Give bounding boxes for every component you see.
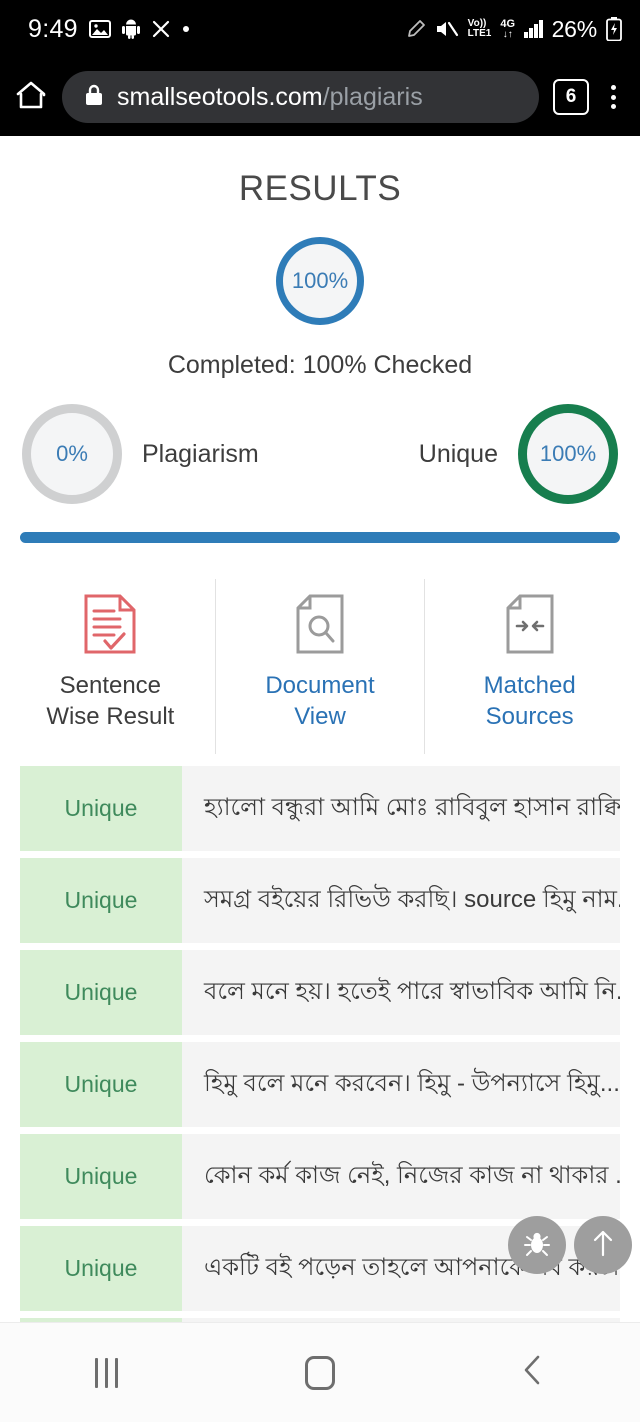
plagiarism-meter: 0% Plagiarism	[22, 404, 259, 504]
browser-toolbar: smallseotools.com/plagiaris 6	[0, 58, 640, 136]
bug-icon	[522, 1228, 552, 1263]
pencil-icon	[406, 19, 426, 39]
android-icon	[121, 19, 140, 39]
arrow-up-icon	[590, 1228, 616, 1263]
sentence-text: সমগ্র বইয়ের রিভিউ করছি। source হিমু নাম.…	[182, 858, 620, 944]
unique-label: Unique	[418, 439, 498, 468]
recents-icon	[95, 1357, 119, 1388]
image-icon	[88, 19, 111, 39]
home-square-icon	[304, 1355, 335, 1390]
recents-button[interactable]	[57, 1323, 157, 1423]
sentence-text: কোন কর্ম কাজ নেই, নিজের কাজ না থাকার ...	[182, 1134, 620, 1220]
android-navigation-bar	[0, 1322, 640, 1422]
document-check-icon	[83, 593, 137, 655]
home-button[interactable]	[270, 1323, 370, 1423]
debug-bug-button[interactable]	[508, 1216, 566, 1274]
signal-icon	[524, 20, 543, 38]
document-arrows-icon	[505, 593, 555, 655]
page-content: RESULTS 100% Completed: 100% Checked 0% …	[0, 136, 640, 1322]
dot-icon	[182, 25, 190, 33]
chevron-left-icon	[520, 1353, 546, 1392]
tab-label-sentence-wise-result: Sentence Wise Result	[46, 672, 175, 730]
android-status-bar: 9:49 Vo)) LTE1 4G ↓↑ 26%	[0, 0, 640, 58]
mute-icon	[435, 19, 459, 39]
table-row[interactable]: Unique কোন কর্ম কাজ নেই, নিজের কাজ না থা…	[20, 1134, 620, 1220]
battery-percentage: 26%	[551, 15, 598, 42]
status-badge: Unique	[20, 1226, 182, 1312]
url-path: /plagiaris	[322, 82, 423, 111]
completed-status-text: Completed: 100% Checked	[167, 351, 473, 379]
tab-sentence-wise-result[interactable]: Sentence Wise Result	[6, 579, 215, 754]
tab-document-view[interactable]: Document View	[214, 579, 425, 755]
tab-switcher-button[interactable]: 6	[553, 79, 589, 115]
table-row[interactable]: Unique সমগ্র বইয়ের রিভিউ করছি। source হি…	[20, 858, 620, 944]
scissors-icon	[151, 19, 171, 39]
sentence-text: sourceহুমায়ুন আহম্মেদ হুমায়ুন আহম্মেদ ..…	[182, 1318, 620, 1322]
4g-icon: 4G ↓↑	[500, 17, 516, 40]
tab-label-document-view: Document View	[265, 672, 375, 730]
score-meters: 0% Plagiarism Unique 100%	[0, 404, 640, 504]
back-button[interactable]	[483, 1323, 583, 1423]
page-title: RESULTS	[238, 169, 402, 208]
plagiarism-label: Plagiarism	[142, 439, 259, 468]
volte-icon: Vo)) LTE1	[467, 18, 492, 39]
status-badge: Unique	[20, 1318, 182, 1322]
address-bar[interactable]: smallseotools.com/plagiaris	[62, 71, 539, 123]
sentence-text: হিমু বলে মনে করবেন। হিমু - উপন্যাসে হিমু…	[182, 1042, 620, 1128]
status-badge: Unique	[20, 858, 182, 944]
status-bar-right: Vo)) LTE1 4G ↓↑ 26%	[406, 16, 622, 43]
url-domain: smallseotools.com	[117, 82, 323, 111]
table-row[interactable]: Unique বলে মনে হয়। হতেই পারে স্বাভাবিক আ…	[20, 950, 620, 1036]
url-text: smallseotools.com/plagiaris	[117, 83, 423, 112]
table-row[interactable]: Unique হ্যালো বন্ধুরা আমি মোঃ রাবিবুল হা…	[20, 766, 620, 852]
tab-label-matched-sources: Matched Sources	[483, 672, 576, 730]
progress-bar-wrapper	[0, 532, 640, 543]
status-badge: Unique	[20, 766, 182, 852]
status-badge: Unique	[20, 1042, 182, 1128]
unique-gauge: 100%	[518, 404, 618, 504]
tab-matched-sources[interactable]: Matched Sources	[424, 579, 634, 755]
document-search-icon	[295, 593, 345, 655]
table-row[interactable]: Unique sourceহুমায়ুন আহম্মেদ হুমায়ুন আহম…	[20, 1318, 620, 1322]
sentence-text: হ্যালো বন্ধুরা আমি মোঃ রাবিবুল হাসান রাক…	[182, 766, 620, 852]
status-bar-left: 9:49	[28, 15, 190, 44]
home-icon[interactable]	[14, 79, 48, 116]
sentence-text: বলে মনে হয়। হতেই পারে স্বাভাবিক আমি নি..…	[182, 950, 620, 1036]
battery-icon	[606, 17, 622, 41]
table-row[interactable]: Unique হিমু বলে মনে করবেন। হিমু - উপন্যা…	[20, 1042, 620, 1128]
result-view-tabs: Sentence Wise Result Document View Match…	[0, 579, 640, 755]
unique-meter: Unique 100%	[419, 404, 618, 504]
status-badge: Unique	[20, 950, 182, 1036]
kebab-menu-icon[interactable]	[603, 81, 624, 113]
status-clock: 9:49	[28, 14, 78, 43]
overall-progress-gauge: 100%	[276, 237, 364, 325]
progress-bar	[20, 532, 620, 543]
scroll-to-top-button[interactable]	[574, 1216, 632, 1274]
lock-icon	[84, 83, 104, 112]
plagiarism-gauge: 0%	[22, 404, 122, 504]
status-badge: Unique	[20, 1134, 182, 1220]
